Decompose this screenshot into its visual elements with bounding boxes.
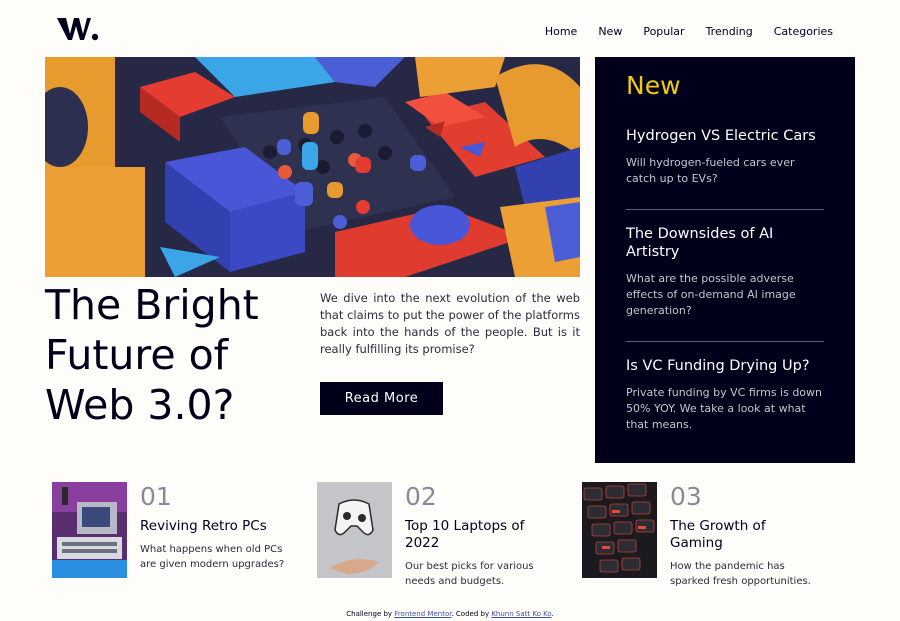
article-title[interactable]: Reviving Retro PCs: [140, 518, 280, 535]
attribution: Challenge by Frontend Mentor. Coded by K…: [0, 610, 900, 618]
new-item-title[interactable]: Is VC Funding Drying Up?: [626, 357, 824, 375]
hero-title: The Bright Future of Web 3.0?: [45, 281, 259, 429]
nav-home[interactable]: Home: [545, 25, 577, 38]
nav-trending[interactable]: Trending: [706, 25, 753, 38]
divider: [626, 209, 824, 210]
nav-new[interactable]: New: [598, 25, 622, 38]
new-item-description: What are the possible adverse effects of…: [626, 272, 796, 317]
new-item[interactable]: The Downsides of AI Artistry What are th…: [626, 225, 824, 319]
attribution-prefix: Challenge by: [346, 610, 393, 618]
new-item-description: Private funding by VC firms is down 50% …: [626, 386, 823, 431]
new-item-title[interactable]: Hydrogen VS Electric Cars: [626, 127, 824, 145]
new-panel-title: New: [626, 71, 681, 100]
new-panel: New Hydrogen VS Electric Cars Will hydro…: [595, 57, 855, 463]
main-nav: Home New Popular Trending Categories: [524, 25, 833, 38]
article-title[interactable]: Top 10 Laptops of 2022: [405, 518, 545, 552]
article-description: Our best picks for various needs and bud…: [405, 561, 534, 587]
gamepad-thumbnail[interactable]: [317, 482, 392, 578]
article-description: How the pandemic has sparked fresh oppor…: [670, 561, 811, 587]
keyboard-thumbnail[interactable]: [582, 482, 657, 578]
article-card-02[interactable]: 02 Top 10 Laptops of 2022 Our best picks…: [317, 482, 557, 587]
article-title[interactable]: The Growth of Gaming: [670, 518, 810, 552]
attribution-middle: . Coded by: [451, 610, 490, 618]
hero-image: [45, 57, 580, 277]
frontend-mentor-link[interactable]: Frontend Mentor: [394, 610, 451, 618]
article-number: 02: [405, 482, 437, 511]
nav-categories[interactable]: Categories: [774, 25, 833, 38]
hero-lead: We dive into the next evolution of the w…: [320, 291, 580, 356]
author-link[interactable]: Khunn Satt Ko Ko: [491, 610, 551, 618]
new-item[interactable]: Is VC Funding Drying Up? Private funding…: [626, 357, 824, 433]
new-item-title[interactable]: The Downsides of AI Artistry: [626, 225, 824, 261]
read-more-button[interactable]: Read More: [320, 382, 443, 415]
article-number: 03: [670, 482, 702, 511]
article-description: What happens when old PCs are given mode…: [140, 544, 285, 570]
retro-pc-thumbnail[interactable]: [52, 482, 127, 578]
new-item[interactable]: Hydrogen VS Electric Cars Will hydrogen-…: [626, 127, 824, 187]
divider: [626, 341, 824, 342]
nav-popular[interactable]: Popular: [643, 25, 684, 38]
site-logo[interactable]: [57, 15, 99, 43]
article-card-03[interactable]: 03 The Growth of Gaming How the pandemic…: [582, 482, 822, 587]
article-card-01[interactable]: 01 Reviving Retro PCs What happens when …: [52, 482, 292, 582]
logo-w-mark: [57, 18, 99, 41]
article-number: 01: [140, 482, 172, 511]
attribution-suffix: .: [551, 610, 554, 618]
new-item-description: Will hydrogen-fueled cars ever catch up …: [626, 156, 795, 185]
